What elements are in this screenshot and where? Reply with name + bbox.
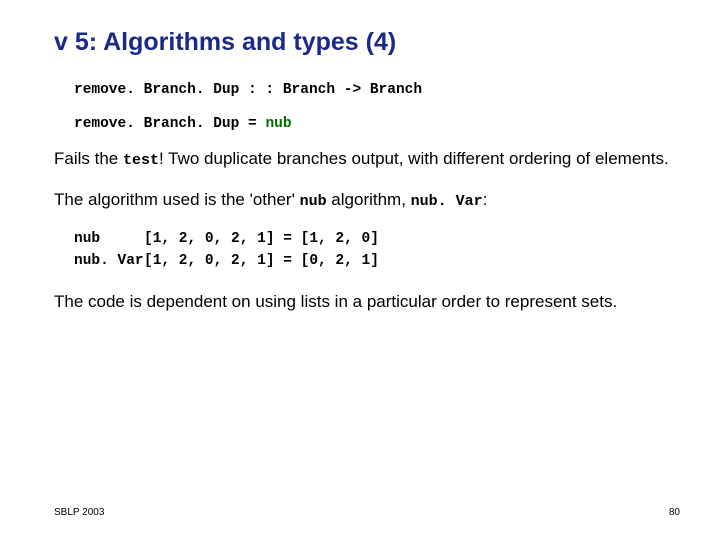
code-signature: remove. Branch. Dup : : Branch -> Branch bbox=[74, 81, 680, 101]
p1-pre: Fails the bbox=[54, 149, 123, 168]
code-definition: remove. Branch. Dup = nub bbox=[74, 115, 680, 135]
equation-nubvar: nub. Var[1, 2, 0, 2, 1] = [0, 2, 1] bbox=[74, 253, 680, 269]
p1-mono: test bbox=[123, 152, 159, 169]
paragraph-1: Fails the test! Two duplicate branches o… bbox=[54, 148, 680, 171]
footer: SBLP 2003 80 bbox=[54, 507, 680, 518]
p2-mid: algorithm, bbox=[327, 190, 411, 209]
equation-nub: nub[1, 2, 0, 2, 1] = [1, 2, 0] bbox=[74, 231, 680, 247]
code-def-lhs: remove. Branch. Dup = bbox=[74, 116, 265, 132]
slide-title: v 5: Algorithms and types (4) bbox=[54, 28, 680, 57]
footer-left: SBLP 2003 bbox=[54, 507, 104, 518]
slide: v 5: Algorithms and types (4) remove. Br… bbox=[0, 0, 720, 540]
p2-post: : bbox=[483, 190, 488, 209]
eq2-arg: [1, 2, 0, 2, 1] = [0, 2, 1] bbox=[144, 253, 379, 269]
paragraph-2: The algorithm used is the 'other' nub al… bbox=[54, 189, 680, 212]
paragraph-3: The code is dependent on using lists in … bbox=[54, 291, 680, 314]
eq2-fn: nub. Var bbox=[74, 253, 144, 269]
p2-mono1: nub bbox=[300, 193, 327, 210]
code-def-rhs: nub bbox=[265, 116, 291, 132]
p1-post: ! Two duplicate branches output, with di… bbox=[159, 149, 669, 168]
p2-mono2: nub. Var bbox=[411, 193, 483, 210]
eq1-arg: [1, 2, 0, 2, 1] = [1, 2, 0] bbox=[144, 231, 379, 247]
p2-pre: The algorithm used is the 'other' bbox=[54, 190, 300, 209]
eq1-fn: nub bbox=[74, 231, 144, 247]
page-number: 80 bbox=[669, 507, 680, 518]
